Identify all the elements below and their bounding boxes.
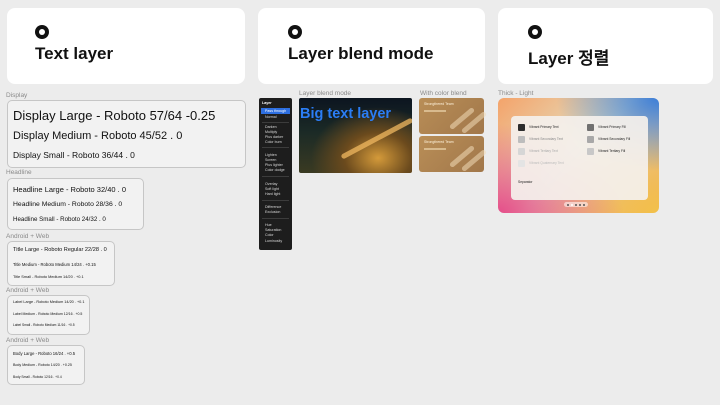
blend-option[interactable]: Hue (265, 223, 272, 227)
body-small: Body Small - Roboto 12/16 . +0.4 (13, 375, 62, 379)
card-text-layer: Text layer (7, 8, 245, 84)
blend-option[interactable]: Plus darker (265, 135, 283, 139)
section-label-title: Android + Web (6, 233, 50, 240)
card-layer-blend-mode: Layer blend mode (258, 8, 485, 84)
body-medium: Body Medium - Roboto 14/20 . +0.25 (13, 363, 72, 367)
blend-option[interactable]: Saturation (265, 228, 281, 232)
display-small: Display Small - Roboto 36/44 . 0 (13, 150, 135, 160)
blend-option[interactable]: Hard light (265, 192, 280, 196)
thick-light-label: Thick - Light (498, 90, 534, 97)
page-indicator[interactable] (564, 202, 588, 207)
card-layer-order: Layer 정렬 (498, 8, 713, 84)
row-left-label: Vibrant Tertiary Text (529, 149, 558, 153)
card-title: Text layer (35, 44, 114, 63)
headline-box: Headline Large - Roboto 32/40 . 0 Headli… (7, 178, 144, 230)
photo-section-label: Layer blend mode (299, 90, 352, 97)
swatch (518, 148, 525, 155)
tile-title: Strongthered Team (424, 140, 454, 144)
blend-option[interactable]: Color dodge (265, 168, 285, 172)
page-dot (571, 203, 573, 206)
road-streak (340, 117, 412, 160)
blend-menu-title: Layer (262, 101, 272, 105)
card-title: Layer blend mode (288, 44, 434, 63)
tile-subline (424, 110, 446, 112)
label-small: Label Small - Roboto Medium 11/16 . +0.5 (13, 323, 75, 327)
blend-option[interactable]: Darken (265, 125, 277, 129)
divider (262, 200, 289, 201)
logo-icon (528, 25, 542, 39)
display-medium: Display Medium - Roboto 45/52 . 0 (13, 130, 183, 142)
swatch (518, 160, 525, 167)
headline-large: Headline Large - Roboto 32/40 . 0 (13, 185, 126, 194)
blend-option[interactable]: Overlay (265, 182, 277, 186)
tile-title: Strongthered Team (424, 102, 454, 106)
color-blend-label: With color blend (420, 90, 467, 97)
display-box: Display Large - Roboto 57/64 -0.25 Displ… (7, 100, 246, 168)
row-right-label: Vibrant Secondary Fill (598, 137, 631, 141)
divider (262, 147, 289, 148)
title-box: Title Large - Roboto Regular 22/28 . 0 T… (7, 241, 115, 286)
page-dot (567, 203, 569, 206)
blend-option[interactable]: Luminosity (265, 239, 282, 243)
separator-label: Separator (518, 180, 533, 184)
swatch (587, 124, 594, 131)
blend-option[interactable]: Multiply (265, 130, 277, 134)
logo-icon (35, 25, 49, 39)
blend-option[interactable]: Normal (265, 115, 277, 119)
thick-light-panel: Vibrant Primary Text Vibrant Primary Fil… (511, 116, 648, 200)
blend-option[interactable]: Plus lighter (265, 163, 283, 167)
blend-option[interactable]: Color burn (265, 140, 282, 144)
blend-option[interactable]: Pass through (265, 109, 286, 113)
row-left-label: Vibrant Quaternary Text (529, 161, 564, 165)
blend-option[interactable]: Soft light (265, 187, 279, 191)
big-text-layer: Big text layer (300, 106, 392, 122)
title-medium: Title Medium - Roboto Medium 14/24 . +0.… (13, 262, 96, 267)
blend-mode-menu: Layer Pass through Normal Darken Multipl… (259, 98, 292, 250)
display-large: Display Large - Roboto 57/64 -0.25 (13, 108, 216, 123)
body-large: Body Large - Roboto 16/24 . +0.5 (13, 351, 76, 356)
headline-medium: Headline Medium - Roboto 28/36 . 0 (13, 201, 123, 208)
color-blend-tile: Strongthered Team (419, 98, 488, 135)
label-medium: Label Medium - Roboto Medium 12/16 . +0.… (13, 312, 83, 316)
row-right-label: Vibrant Tertiary Fill (598, 149, 626, 153)
section-label-headline: Headline (6, 169, 32, 176)
blend-photo: Big text layer (299, 98, 412, 173)
divider (262, 218, 289, 219)
blend-option[interactable]: Screen (265, 158, 276, 162)
body-box: Body Large - Roboto 16/24 . +0.5 Body Me… (7, 345, 85, 385)
blend-option[interactable]: Lighten (265, 153, 277, 157)
section-label-display: Display (6, 92, 28, 99)
row-left-label: Vibrant Primary Text (529, 125, 559, 129)
blend-option[interactable]: Exclusion (265, 210, 280, 214)
page-dot (583, 203, 585, 206)
card-title: Layer 정렬 (528, 49, 610, 68)
swatch (518, 124, 525, 131)
section-label-body: Android + Web (6, 337, 50, 344)
divider (262, 122, 289, 123)
title-large: Title Large - Roboto Regular 22/28 . 0 (13, 247, 107, 253)
label-box: Label Large - Roboto Medium 14/20 . +0.1… (7, 295, 90, 335)
page-dot (575, 203, 577, 206)
color-blend-tile: Strongthered Team (419, 136, 488, 173)
divider (262, 176, 289, 177)
row-left-label: Vibrant Secondary Text (529, 137, 563, 141)
material-preview: Vibrant Primary Text Vibrant Primary Fil… (498, 98, 659, 213)
blend-option[interactable]: Color (265, 233, 274, 237)
blend-option[interactable]: Difference (265, 205, 281, 209)
swatch (587, 136, 594, 143)
title-small: Title Small - Roboto Medium 14/20 . +0.1 (13, 274, 84, 279)
tile-subline (424, 148, 446, 150)
label-large: Label Large - Roboto Medium 14/20 . +0.1 (13, 300, 85, 304)
headline-small: Headline Small - Roboto 24/32 . 0 (13, 216, 106, 223)
page-dot (579, 203, 581, 206)
section-label-label: Android + Web (6, 287, 50, 294)
logo-icon (288, 25, 302, 39)
swatch (587, 148, 594, 155)
row-right-label: Vibrant Primary Fill (598, 125, 626, 129)
swatch (518, 136, 525, 143)
